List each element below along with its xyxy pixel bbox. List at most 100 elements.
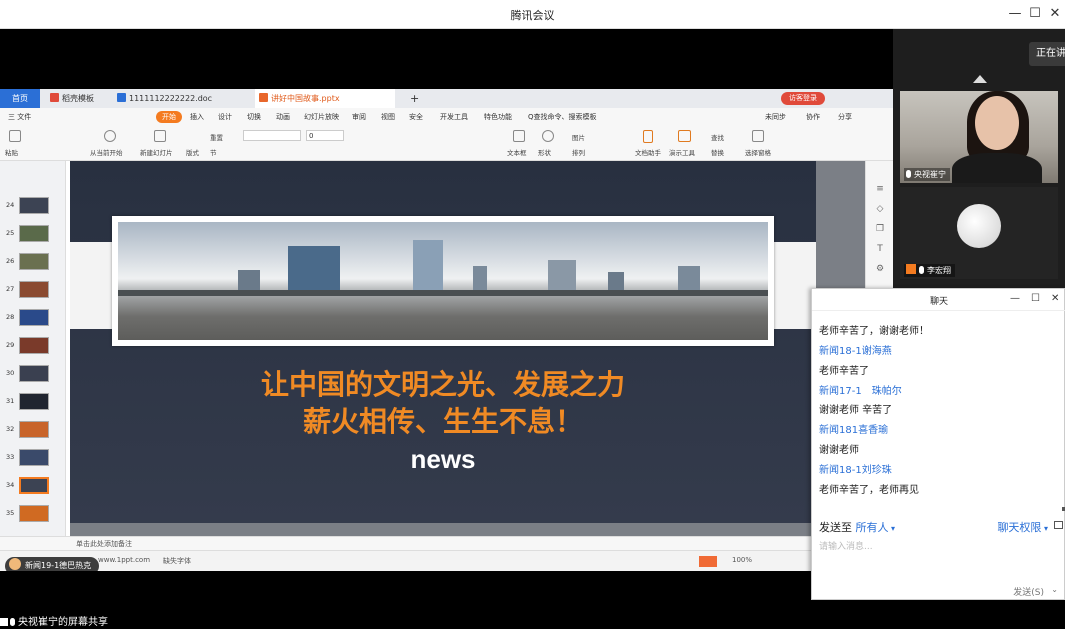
thumb-26[interactable]: 26 [6, 253, 56, 273]
menu-animation[interactable]: 动画 [276, 112, 290, 122]
thumb-number: 33 [6, 453, 15, 461]
copy-icon[interactable]: ❐ [874, 223, 886, 235]
minimize-icon[interactable]: — [1006, 5, 1024, 23]
menu-design[interactable]: 设计 [218, 112, 232, 122]
sync-status[interactable]: 未同步 [765, 112, 786, 122]
chat-input[interactable]: 请输入消息... [819, 539, 873, 552]
share-button[interactable]: 分享 [838, 112, 852, 122]
thumb-27[interactable]: 27 [6, 281, 56, 301]
thumb-image [19, 449, 49, 466]
shared-screen: 首页 稻壳模板 1111112222222.doc 讲好中国故事.pptx + … [0, 89, 893, 571]
thumb-34[interactable]: 34 [6, 477, 56, 497]
replace-label[interactable]: 替换 [711, 147, 724, 157]
thumb-24[interactable]: 24 [6, 197, 56, 217]
menu-security[interactable]: 安全 [409, 112, 423, 122]
tab-home[interactable]: 首页 [0, 89, 40, 108]
scroll-up-icon[interactable] [973, 75, 987, 83]
active-speaker-overlay: 新闻19-1德巴热克 [5, 557, 100, 575]
chat-permission-menu[interactable]: 聊天权限 ▾ [997, 519, 1048, 535]
slide-photo-frame [112, 216, 774, 346]
participant-name: 央视崔宁 [914, 170, 946, 179]
arrange-label[interactable]: 排列 [572, 147, 585, 157]
play-from-current-label: 从当前开始 [90, 149, 123, 157]
chat-close-icon[interactable]: ✕ [1051, 293, 1059, 304]
tab-templates[interactable]: 稻壳模板 [46, 89, 106, 108]
thumb-31[interactable]: 31 [6, 393, 56, 413]
login-button[interactable]: 访客登录 [781, 92, 825, 105]
new-tab-button[interactable]: + [406, 89, 419, 108]
status-missing-font[interactable]: 缺失字体 [163, 556, 191, 566]
menu-insert[interactable]: 插入 [190, 112, 204, 122]
building [288, 246, 340, 296]
zoom-level[interactable]: 100% [732, 556, 752, 564]
slideshow-play-icon[interactable] [699, 556, 717, 567]
chat-message-text: 老师辛苦了，老师再见 [819, 485, 919, 496]
collab-button[interactable]: 协作 [806, 112, 820, 122]
menu-features[interactable]: 特色功能 [484, 112, 512, 122]
play-from-current-icon[interactable] [104, 130, 116, 142]
send-to-selector[interactable]: 发送至 所有人 ▾ [819, 519, 895, 535]
properties-icon[interactable]: ≡ [874, 183, 886, 195]
screen-share-label: 央视崔宁的屏幕共享 [18, 617, 108, 628]
chat-title-bar: 聊天 — ☐ ✕ [812, 289, 1065, 311]
slide-canvas: 让中国的文明之光、发展之力 薪火相传、生生不息！ news ≡ ◇ ❐ T ⚙ [70, 161, 893, 536]
thumb-image [19, 309, 49, 326]
thumb-35[interactable]: 35 [6, 505, 56, 525]
thumb-28[interactable]: 28 [6, 309, 56, 329]
reset-label[interactable]: 重置 [210, 132, 223, 142]
presentation-tools-icon[interactable] [678, 130, 691, 142]
thumb-33[interactable]: 33 [6, 449, 56, 469]
send-button[interactable]: 发送(S) [1013, 585, 1044, 598]
menu-file[interactable]: 三 文件 [8, 112, 31, 122]
thumb-25[interactable]: 25 [6, 225, 56, 245]
screen-share-caption: 央视崔宁的屏幕共享 [0, 613, 108, 628]
command-search[interactable]: Q查找命令、搜索模板 [528, 112, 597, 122]
menu-transition[interactable]: 切换 [247, 112, 261, 122]
notes-placeholder: 单击此处添加备注 [76, 540, 132, 548]
textbox-label: 文本框 [507, 149, 527, 157]
tab-pptx[interactable]: 讲好中国故事.pptx [255, 89, 395, 108]
ppt-icon [259, 93, 268, 102]
picture-label[interactable]: 图片 [572, 132, 585, 142]
slide-news-text: news [410, 444, 476, 474]
thumb-image [19, 281, 49, 298]
skyline-base [118, 290, 768, 296]
send-options-icon[interactable]: ⌄ [1051, 585, 1058, 594]
thumb-29[interactable]: 29 [6, 337, 56, 357]
style-icon[interactable]: ◇ [874, 203, 886, 215]
maximize-icon[interactable]: ☐ [1026, 5, 1044, 23]
shape-icon[interactable] [542, 130, 554, 142]
paste-icon[interactable] [9, 130, 21, 142]
section-label[interactable]: 节 [210, 147, 217, 157]
notes-bar[interactable]: 单击此处添加备注 [0, 536, 865, 550]
video-tile-host[interactable]: 央视崔宁 [900, 91, 1058, 183]
chat-maximize-icon[interactable]: ☐ [1031, 293, 1040, 304]
text-icon[interactable]: T [874, 243, 886, 255]
current-slide[interactable]: 让中国的文明之光、发展之力 薪火相传、生生不息！ news [70, 161, 816, 523]
new-slide-icon[interactable] [154, 130, 166, 142]
settings-icon[interactable]: ⚙ [874, 263, 886, 275]
thumb-32[interactable]: 32 [6, 421, 56, 441]
layout-label[interactable]: 版式 [186, 147, 199, 157]
chat-minimize-icon[interactable]: — [1010, 293, 1020, 304]
menu-view[interactable]: 视图 [381, 112, 395, 122]
close-icon[interactable]: ✕ [1046, 5, 1064, 23]
thumb-30[interactable]: 30 [6, 365, 56, 385]
thumb-number: 25 [6, 229, 15, 237]
font-name-input[interactable] [243, 130, 301, 141]
popout-icon[interactable] [1054, 521, 1063, 529]
doc-assistant-icon[interactable] [643, 130, 653, 143]
font-size-input[interactable]: 0 [306, 130, 344, 141]
menu-developer[interactable]: 开发工具 [440, 112, 468, 122]
mic-icon [919, 266, 924, 274]
textbox-icon[interactable] [513, 130, 525, 142]
menu-review[interactable]: 审阅 [352, 112, 366, 122]
selection-pane-icon[interactable] [752, 130, 764, 142]
raise-hand-icon [9, 558, 21, 570]
menu-start[interactable]: 开始 [156, 111, 182, 123]
title-bar: 腾讯会议 — ☐ ✕ [0, 0, 1065, 29]
find-label[interactable]: 查找 [711, 132, 724, 142]
video-tile-participant[interactable]: 李宏翔 [900, 187, 1058, 279]
menu-slideshow[interactable]: 幻灯片放映 [304, 112, 339, 122]
tab-doc[interactable]: 1111112222222.doc [113, 89, 243, 108]
